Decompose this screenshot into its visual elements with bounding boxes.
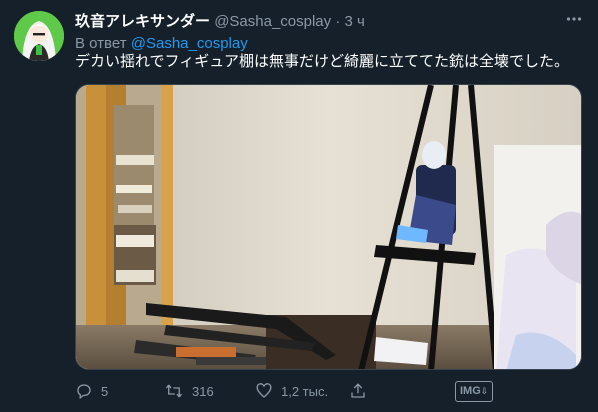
retweet-icon xyxy=(165,384,183,398)
like-action[interactable]: 1,2 тыс. xyxy=(255,378,328,404)
tweet-text: デカい揺れでフィギュア棚は無事だけど綺麗に立ててた銃は全壊でした。 xyxy=(75,53,569,70)
reply-icon xyxy=(77,384,91,400)
tweet-header: 玖音アレキサンダー @Sasha_cosplay · 3 ч xyxy=(75,12,588,32)
more-button[interactable] xyxy=(562,10,586,30)
user-handle[interactable]: @Sasha_cosplay xyxy=(214,13,331,30)
reply-mention-link[interactable]: @Sasha_cosplay xyxy=(131,35,248,52)
like-count: 1,2 тыс. xyxy=(281,383,329,399)
image-extension-badge[interactable]: IMG⇩ xyxy=(455,381,494,402)
reply-count: 5 xyxy=(101,383,109,399)
badge-arrow-icon: ⇩ xyxy=(480,386,489,396)
badge-label: IMG xyxy=(460,385,481,397)
heart-icon xyxy=(256,383,272,398)
tweet-photo[interactable] xyxy=(75,84,582,370)
share-icon xyxy=(351,383,365,398)
more-dots-icon xyxy=(566,17,582,21)
separator-dot: · xyxy=(335,13,341,30)
timestamp[interactable]: 3 ч xyxy=(345,13,365,30)
display-name[interactable]: 玖音アレキサンダー xyxy=(75,13,210,30)
avatar[interactable] xyxy=(14,11,64,61)
avatar-image xyxy=(14,11,64,61)
retweet-count: 316 xyxy=(192,383,214,399)
share-action[interactable] xyxy=(349,378,375,404)
reply-prefix: В ответ xyxy=(75,35,127,52)
reply-context: В ответ @Sasha_cosplay xyxy=(75,34,248,54)
action-bar: 5 316 1,2 тыс. xyxy=(75,378,575,404)
retweet-action[interactable]: 316 xyxy=(164,378,214,404)
photo-image xyxy=(76,85,581,369)
tweet[interactable]: 玖音アレキサンダー @Sasha_cosplay · 3 ч В ответ @… xyxy=(0,0,598,412)
reply-action[interactable]: 5 xyxy=(75,378,108,404)
